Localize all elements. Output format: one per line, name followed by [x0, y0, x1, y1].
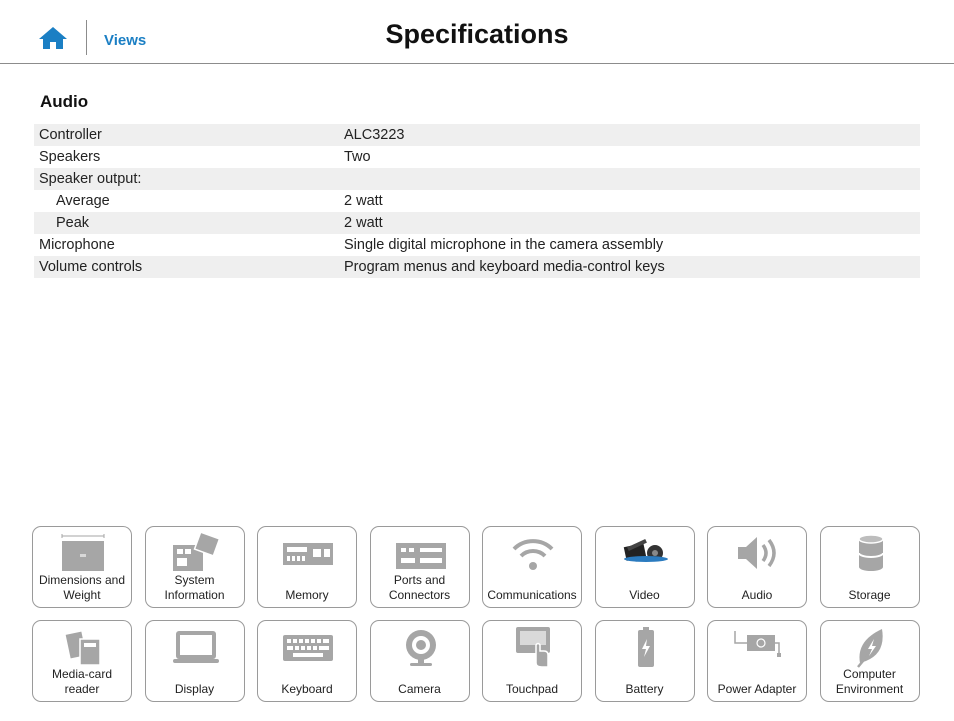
- spec-value: ALC3223: [344, 127, 405, 143]
- tile-system-information[interactable]: System Information: [144, 526, 245, 608]
- spec-value: Two: [344, 149, 371, 165]
- dimensions-icon: [61, 534, 105, 571]
- spec-label: Peak: [56, 215, 90, 231]
- wifi-icon: [512, 539, 554, 570]
- tile-touchpad[interactable]: Touchpad: [482, 620, 582, 702]
- section-title: Audio: [40, 92, 89, 111]
- tile-label: Communications: [487, 588, 577, 602]
- tile-computer-environment[interactable]: Computer Environment: [819, 620, 920, 702]
- tile-label: Camera: [398, 682, 441, 696]
- page-title: Specifications: [385, 19, 569, 49]
- tile-camera[interactable]: Camera: [369, 620, 470, 702]
- tile-ports-and-connectors[interactable]: Ports and Connectors: [369, 526, 470, 608]
- tile-label: reader: [64, 682, 100, 696]
- header-bar: Views Specifications: [0, 0, 954, 64]
- tile-audio[interactable]: Audio: [707, 526, 807, 608]
- tile-label: Ports and: [393, 573, 446, 587]
- spec-row-speaker-output: Speaker output:: [34, 168, 920, 190]
- tile-label: Video: [629, 588, 660, 602]
- storage-icon: [857, 534, 884, 571]
- tile-label: Weight: [63, 588, 101, 602]
- spec-label: Speaker output:: [39, 171, 142, 187]
- tile-communications[interactable]: Communications: [482, 526, 582, 608]
- tile-power-adapter[interactable]: Power Adapter: [707, 620, 807, 702]
- speaker-icon: [738, 537, 776, 569]
- ports-icon: [395, 543, 446, 569]
- spec-value: Single digital microphone in the camera …: [344, 237, 664, 253]
- tile-dimensions-and-weight[interactable]: Dimensions and Weight: [32, 526, 132, 608]
- tile-label: Environment: [835, 682, 904, 696]
- spec-value: 2 watt: [344, 193, 383, 209]
- tile-label: Media-card: [51, 667, 113, 681]
- spec-label: Volume controls: [39, 259, 143, 275]
- battery-icon: [637, 627, 654, 667]
- tile-label: Audio: [741, 588, 773, 602]
- tile-video[interactable]: Video: [594, 526, 695, 608]
- keyboard-icon: [283, 635, 333, 661]
- media-card-icon: [65, 631, 101, 666]
- power-adapter-icon: [734, 631, 781, 657]
- spec-label: Controller: [39, 127, 102, 143]
- tile-label: Keyboard: [281, 682, 333, 696]
- tile-label: Connectors: [388, 588, 451, 602]
- tile-battery[interactable]: Battery: [594, 620, 695, 702]
- system-information-icon: [172, 531, 220, 571]
- tile-storage[interactable]: Storage: [819, 526, 920, 608]
- spec-row-volume-controls: Volume controls Program menus and keyboa…: [34, 256, 920, 278]
- spec-value: 2 watt: [344, 215, 383, 231]
- spec-value: Program menus and keyboard media-control…: [344, 259, 665, 275]
- spec-row-average: Average 2 watt: [34, 190, 920, 212]
- tile-label: Information: [164, 588, 225, 602]
- memory-icon: [283, 543, 333, 565]
- spec-row-speakers: Speakers Two: [34, 146, 920, 168]
- tile-label: System: [174, 573, 215, 587]
- spec-row-peak: Peak 2 watt: [34, 212, 920, 234]
- tile-label: Power Adapter: [717, 682, 797, 696]
- spec-label: Speakers: [39, 149, 101, 165]
- video-icon: [623, 538, 668, 562]
- camera-icon: [405, 630, 436, 666]
- tile-label: Touchpad: [505, 682, 559, 696]
- touchpad-icon: [516, 627, 550, 668]
- tile-memory[interactable]: Memory: [257, 526, 357, 608]
- spec-table: Controller ALC3223 Speakers Two Speaker …: [34, 124, 920, 278]
- tile-label: Battery: [625, 682, 664, 696]
- tile-label: Dimensions and: [38, 573, 126, 587]
- tile-label: Display: [174, 682, 215, 696]
- spec-row-controller: Controller ALC3223: [34, 124, 920, 146]
- spec-label: Average: [56, 193, 110, 209]
- display-icon: [172, 631, 219, 663]
- tile-label: Memory: [285, 588, 329, 602]
- leaf-icon: [856, 629, 883, 668]
- tile-label: Storage: [848, 588, 891, 602]
- tile-label: Computer: [843, 667, 896, 681]
- tile-display[interactable]: Display: [144, 620, 245, 702]
- spec-row-microphone: Microphone Single digital microphone in …: [34, 234, 920, 256]
- tile-media-card-reader[interactable]: Media-card reader: [32, 620, 132, 702]
- tile-keyboard[interactable]: Keyboard: [257, 620, 357, 702]
- spec-label: Microphone: [39, 237, 115, 253]
